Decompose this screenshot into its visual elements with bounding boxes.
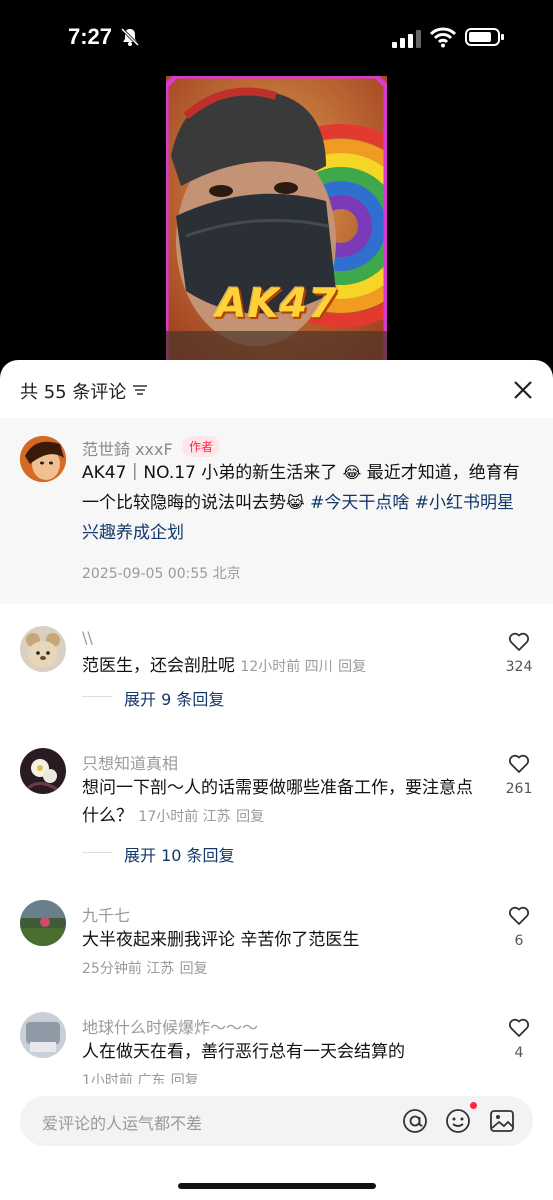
- sheet-header: 共 55 条评论: [0, 360, 553, 418]
- battery-icon: [465, 28, 504, 46]
- signal-icon: [392, 30, 421, 48]
- comment-input[interactable]: 爱评论的人运气都不差: [20, 1096, 533, 1146]
- bell-slash-icon: [120, 27, 140, 47]
- sort-icon[interactable]: [133, 384, 147, 396]
- like-count: 4: [514, 1045, 524, 1061]
- comment-meta: 25分钟前 江苏: [82, 961, 175, 977]
- reply-button[interactable]: 回复: [236, 809, 264, 825]
- comment-input-placeholder: 爱评论的人运气都不差: [42, 1114, 203, 1133]
- expand-replies-label[interactable]: 展开 9 条回复: [124, 686, 224, 710]
- at-icon[interactable]: [402, 1108, 428, 1134]
- status-bar: 7:27: [0, 0, 553, 76]
- video-overlay-title: AK47: [215, 281, 338, 327]
- author-badge: 作者: [182, 436, 221, 457]
- comment-item: 地球什么时候爆炸～～～ 人在做天在看，善行恶行总有一天会结算的 1小时前 广东 …: [0, 1012, 553, 1092]
- heart-icon[interactable]: [508, 1018, 530, 1038]
- heart-icon[interactable]: [508, 754, 530, 774]
- reply-button[interactable]: 回复: [180, 961, 208, 977]
- avatar-image: [20, 748, 66, 794]
- comment-meta: 12小时前 四川: [240, 659, 333, 675]
- wifi-icon: [430, 27, 456, 48]
- notification-dot: [470, 1102, 477, 1109]
- like-count: 261: [505, 781, 533, 797]
- author-avatar[interactable]: [20, 436, 66, 482]
- commenter-name[interactable]: 地球什么时候爆炸～～～: [82, 1014, 258, 1038]
- commenter-name[interactable]: 九千七: [82, 902, 130, 926]
- comment-item: 九千七 大半夜起来删我评论 辛苦你了范医生 25分钟前 江苏 回复 6: [0, 900, 553, 990]
- comment-body: 大半夜起来删我评论 辛苦你了范医生: [82, 930, 360, 950]
- commenter-avatar[interactable]: [20, 900, 66, 946]
- commenter-avatar[interactable]: [20, 626, 66, 672]
- comment-sheet: 共 55 条评论 范世錡 xxxF 作者 AK47｜NO.17 小弟的新生活来了: [0, 360, 553, 1200]
- video-thumbnail[interactable]: AK47: [166, 76, 387, 366]
- image-icon[interactable]: [489, 1108, 515, 1134]
- status-time: 7:27: [68, 24, 113, 49]
- author-post: 范世錡 xxxF 作者 AK47｜NO.17 小弟的新生活来了 😂 最近才知道，…: [0, 418, 553, 604]
- commenter-name[interactable]: 只想知道真相: [82, 750, 178, 774]
- home-indicator[interactable]: [178, 1183, 376, 1189]
- author-name[interactable]: 范世錡 xxxF: [82, 436, 173, 460]
- comment-text: 想问一下剖～人的话需要做哪些准备工作，要注意点什么？ 17小时前 江苏 回复: [82, 774, 482, 831]
- avatar-image: [20, 436, 66, 482]
- post-text: AK47｜NO.17 小弟的新生活来了: [82, 463, 338, 483]
- heart-icon[interactable]: [508, 906, 530, 926]
- post-meta: 2025-09-05 00:55 北京: [82, 566, 241, 582]
- laughing-emoji-icon: 😂: [342, 463, 362, 482]
- expand-replies-label[interactable]: 展开 10 条回复: [124, 842, 235, 866]
- hashtag-link[interactable]: #今天干点啥: [310, 493, 409, 513]
- post-body: AK47｜NO.17 小弟的新生活来了 😂 最近才知道，绝育有一个比较隐晦的说法…: [82, 458, 527, 548]
- comment-meta: 17小时前 江苏: [138, 809, 231, 825]
- heart-icon[interactable]: [508, 632, 530, 652]
- commenter-avatar[interactable]: [20, 1012, 66, 1058]
- like-count: 324: [505, 659, 533, 675]
- commenter-name[interactable]: \\: [82, 628, 93, 647]
- like-count: 6: [514, 933, 524, 949]
- comment-text: 大半夜起来删我评论 辛苦你了范医生 25分钟前 江苏 回复: [82, 926, 482, 983]
- avatar-image: [20, 900, 66, 946]
- avatar-image: [20, 1012, 66, 1058]
- emoji-icon[interactable]: [445, 1108, 471, 1134]
- comment-body: 人在做天在看，善行恶行总有一天会结算的: [82, 1042, 405, 1062]
- reply-button[interactable]: 回复: [338, 659, 366, 675]
- comment-body: 范医生，还会剖肚呢: [82, 656, 235, 676]
- divider: [82, 852, 112, 853]
- divider: [82, 696, 112, 697]
- avatar-image: [20, 626, 66, 672]
- cat-emoji-icon: 😹: [286, 493, 305, 512]
- comment-count: 共 55 条评论: [20, 382, 127, 403]
- comment-text: 范医生，还会剖肚呢 12小时前 四川 回复: [82, 652, 482, 681]
- commenter-avatar[interactable]: [20, 748, 66, 794]
- close-icon[interactable]: [513, 380, 533, 400]
- comment-item: \\ 范医生，还会剖肚呢 12小时前 四川 回复 324 展开 9 条回复: [0, 626, 553, 716]
- comment-item: 只想知道真相 想问一下剖～人的话需要做哪些准备工作，要注意点什么？ 17小时前 …: [0, 748, 553, 868]
